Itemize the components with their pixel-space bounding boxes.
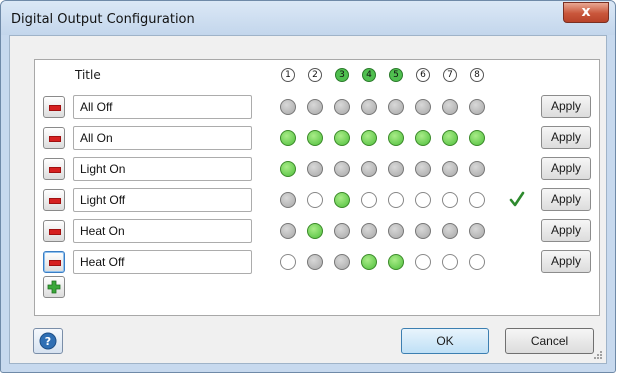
config-row: All On Apply [35, 125, 599, 151]
output-led-1[interactable] [280, 130, 296, 146]
output-led-3[interactable] [334, 130, 350, 146]
output-led-7[interactable] [442, 192, 458, 208]
output-led-1[interactable] [280, 223, 296, 239]
row-title-input[interactable]: Light Off [73, 188, 252, 212]
help-icon: ? [39, 332, 57, 350]
channel-header-6: 6 [416, 68, 430, 82]
output-led-5[interactable] [388, 223, 404, 239]
apply-button[interactable]: Apply [541, 219, 591, 242]
close-icon: x [581, 4, 591, 20]
channel-header-3: 3 [335, 68, 349, 82]
output-led-6[interactable] [415, 192, 431, 208]
output-led-4[interactable] [361, 192, 377, 208]
output-led-3[interactable] [334, 223, 350, 239]
output-led-7[interactable] [442, 130, 458, 146]
output-led-6[interactable] [415, 161, 431, 177]
output-led-6[interactable] [415, 99, 431, 115]
cancel-button[interactable]: Cancel [505, 328, 594, 354]
output-led-4[interactable] [361, 161, 377, 177]
output-led-6[interactable] [415, 223, 431, 239]
output-led-7[interactable] [442, 99, 458, 115]
output-led-4[interactable] [361, 130, 377, 146]
output-led-8[interactable] [469, 99, 485, 115]
output-led-1[interactable] [280, 161, 296, 177]
output-led-2[interactable] [307, 99, 323, 115]
output-led-7[interactable] [442, 161, 458, 177]
apply-button[interactable]: Apply [541, 157, 591, 180]
output-led-6[interactable] [415, 130, 431, 146]
channel-header-7: 7 [443, 68, 457, 82]
output-led-2[interactable] [307, 192, 323, 208]
remove-row-button[interactable] [43, 251, 65, 273]
output-led-6[interactable] [415, 254, 431, 270]
output-led-4[interactable] [361, 99, 377, 115]
resize-grip-icon[interactable] [593, 350, 603, 360]
output-led-2[interactable] [307, 254, 323, 270]
dialog-window: Digital Output Configuration x Title 123… [0, 0, 616, 373]
output-led-8[interactable] [469, 254, 485, 270]
output-led-5[interactable] [388, 99, 404, 115]
output-led-2[interactable] [307, 130, 323, 146]
output-led-2[interactable] [307, 161, 323, 177]
output-led-2[interactable] [307, 223, 323, 239]
window-title: Digital Output Configuration [11, 12, 195, 27]
apply-button[interactable]: Apply [541, 250, 591, 273]
output-led-1[interactable] [280, 99, 296, 115]
output-led-4[interactable] [361, 223, 377, 239]
output-led-7[interactable] [442, 223, 458, 239]
output-led-8[interactable] [469, 223, 485, 239]
remove-row-button[interactable] [43, 189, 65, 211]
output-led-5[interactable] [388, 130, 404, 146]
output-led-1[interactable] [280, 192, 296, 208]
apply-button[interactable]: Apply [541, 126, 591, 149]
remove-row-button[interactable] [43, 127, 65, 149]
row-title-input[interactable]: All Off [73, 95, 252, 119]
row-title-input[interactable]: All On [73, 126, 252, 150]
output-led-3[interactable] [334, 99, 350, 115]
output-led-3[interactable] [334, 254, 350, 270]
config-row: Light Off Apply [35, 187, 599, 213]
output-led-5[interactable] [388, 192, 404, 208]
channel-header-4: 4 [362, 68, 376, 82]
channel-header-1: 1 [281, 68, 295, 82]
apply-button[interactable]: Apply [541, 95, 591, 118]
svg-text:?: ? [45, 335, 51, 348]
title-column-header: Title [75, 68, 101, 82]
apply-button[interactable]: Apply [541, 188, 591, 211]
config-row: Heat Off Apply [35, 249, 599, 275]
channel-header-5: 5 [389, 68, 403, 82]
row-title-input[interactable]: Heat On [73, 219, 252, 243]
ok-button[interactable]: OK [401, 328, 489, 354]
add-icon [47, 280, 61, 294]
config-row: Light On Apply [35, 156, 599, 182]
output-led-8[interactable] [469, 161, 485, 177]
output-led-8[interactable] [469, 130, 485, 146]
row-title-input[interactable]: Heat Off [73, 250, 252, 274]
output-led-7[interactable] [442, 254, 458, 270]
output-led-3[interactable] [334, 192, 350, 208]
close-button[interactable]: x [563, 2, 609, 23]
checkmark-icon [509, 191, 525, 207]
output-led-3[interactable] [334, 161, 350, 177]
remove-row-button[interactable] [43, 158, 65, 180]
remove-row-button[interactable] [43, 96, 65, 118]
output-config-grid: Title 1 2 3 4 5 6 7 8 All Off Apply All On Apply Lig… [34, 59, 600, 316]
output-led-5[interactable] [388, 254, 404, 270]
config-row: All Off Apply [35, 94, 599, 120]
dialog-client-area: Title 1 2 3 4 5 6 7 8 All Off Apply All On Apply Lig… [9, 35, 607, 364]
output-led-4[interactable] [361, 254, 377, 270]
output-led-5[interactable] [388, 161, 404, 177]
config-row: Heat On Apply [35, 218, 599, 244]
help-button[interactable]: ? [33, 328, 63, 354]
output-led-8[interactable] [469, 192, 485, 208]
output-led-1[interactable] [280, 254, 296, 270]
channel-header-8: 8 [470, 68, 484, 82]
row-title-input[interactable]: Light On [73, 157, 252, 181]
add-row-button[interactable] [43, 276, 65, 298]
channel-header-2: 2 [308, 68, 322, 82]
remove-row-button[interactable] [43, 220, 65, 242]
title-bar[interactable]: Digital Output Configuration x [1, 1, 615, 35]
